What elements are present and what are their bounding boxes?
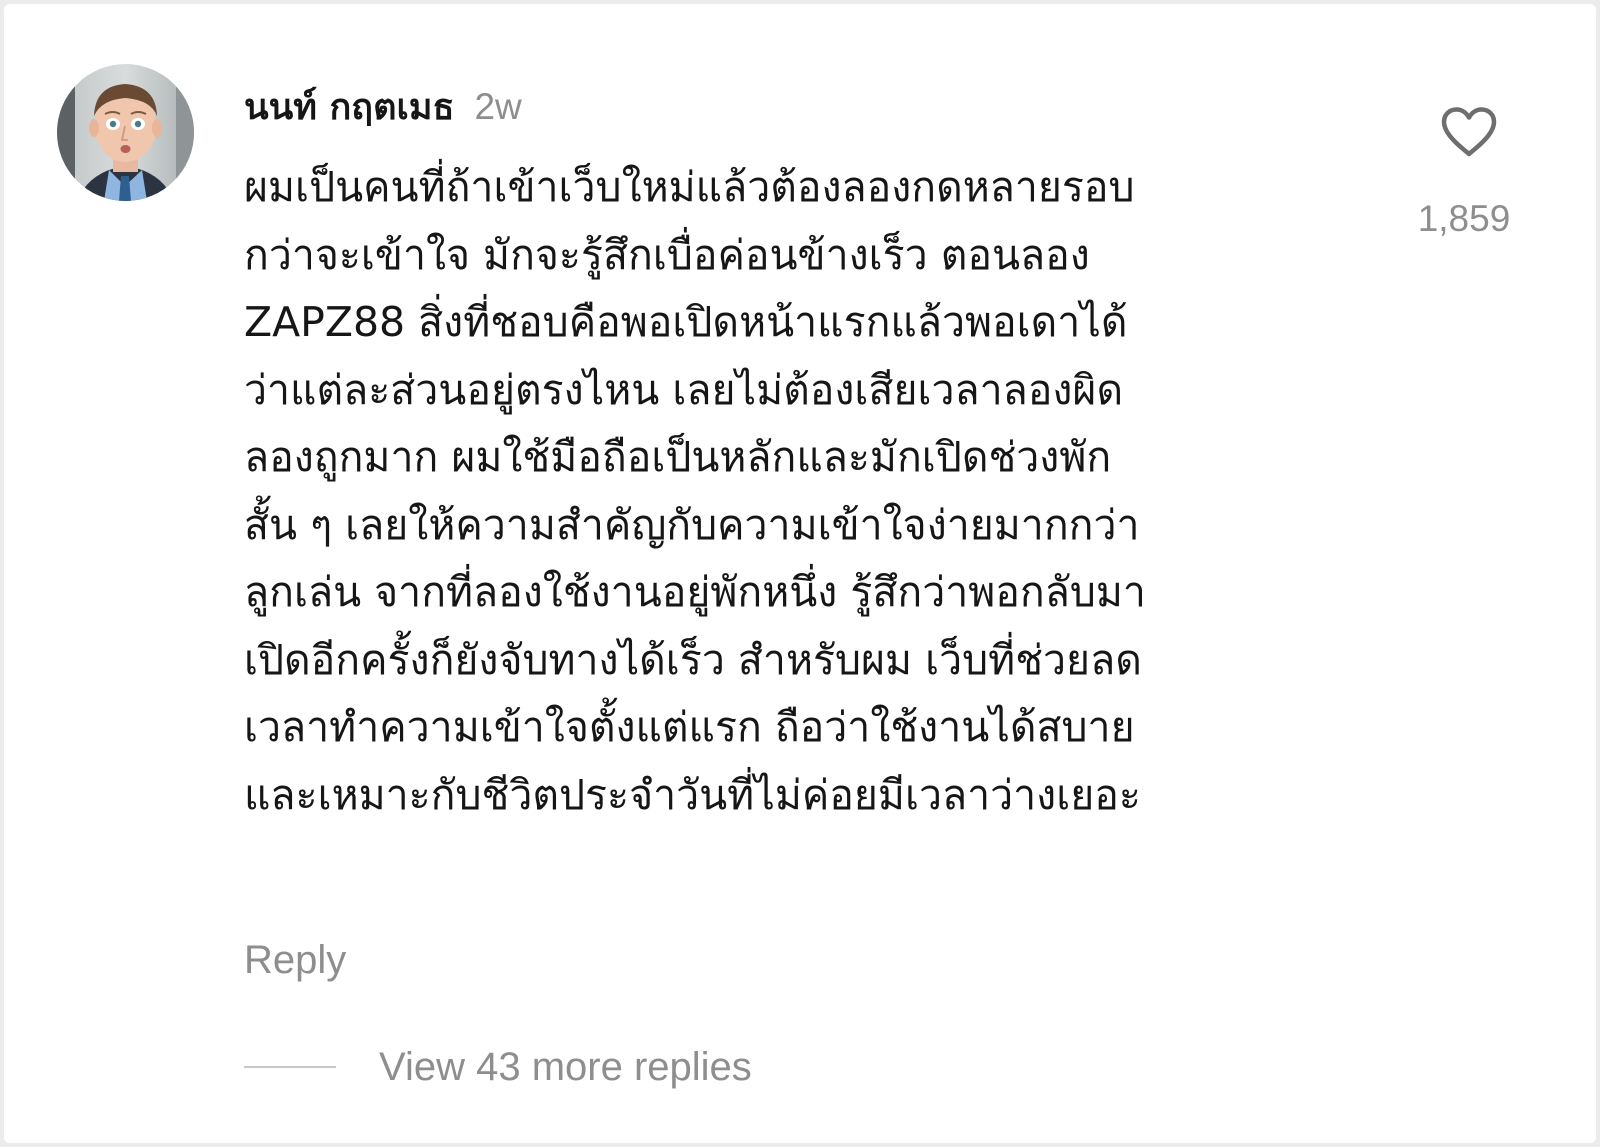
view-more-replies-button[interactable]: View 43 more replies xyxy=(244,1042,752,1092)
comment-card: นนท์ กฤตเมธ 2w ผมเป็นคนที่ถ้าเข้าเว็บใหม… xyxy=(4,4,1596,1143)
username[interactable]: นนท์ กฤตเมธ xyxy=(244,78,454,135)
like-button[interactable] xyxy=(1424,97,1514,167)
reply-button[interactable]: Reply xyxy=(244,938,346,983)
comment-header: นนท์ กฤตเมธ 2w xyxy=(244,78,522,128)
replies-divider xyxy=(244,1066,336,1068)
avatar-image xyxy=(57,64,194,201)
timestamp: 2w xyxy=(474,86,522,127)
comment-text: ผมเป็นคนที่ถ้าเข้าเว็บใหม่แล้วต้องลองกดห… xyxy=(244,163,1146,819)
heart-outline-icon xyxy=(1441,107,1497,157)
view-replies-label: View 43 more replies xyxy=(379,1044,752,1089)
avatar[interactable] xyxy=(57,64,194,201)
like-count: 1,859 xyxy=(1417,198,1511,239)
